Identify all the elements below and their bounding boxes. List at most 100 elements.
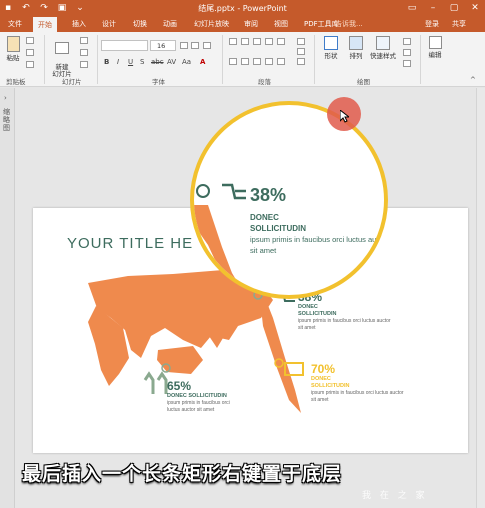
watermark: 我 在 之 家 <box>362 491 428 501</box>
increase-indent-icon[interactable] <box>265 38 273 45</box>
tab-home[interactable]: 开始 <box>33 17 57 32</box>
smartart-icon[interactable] <box>297 58 305 65</box>
share-button[interactable]: 共享 <box>452 19 466 29</box>
login-link[interactable]: 登录 <box>425 19 439 29</box>
divider <box>222 35 223 84</box>
mouse-pointer-icon <box>340 110 349 123</box>
copy-icon[interactable] <box>26 49 34 56</box>
group-font: 字体 <box>152 78 165 86</box>
stat-bottom: 70% DONEC SOLLICITUDIN ipsum primis in f… <box>311 362 404 404</box>
shrink-font-icon[interactable] <box>191 42 199 49</box>
find-icon <box>428 36 442 49</box>
arrange-icon <box>349 36 363 50</box>
thumbnail-pane-label: 缩略图 <box>3 108 10 132</box>
group-paragraph: 段落 <box>258 78 271 86</box>
tab-design[interactable]: 设计 <box>102 19 116 29</box>
reset-icon[interactable] <box>80 49 88 56</box>
stat-bottom-desc: ipsum primis in faucibus orci luctus auc… <box>311 390 404 403</box>
quick-style-button[interactable]: 快速样式 <box>368 36 398 60</box>
collapse-ribbon-icon[interactable]: ^ <box>470 76 476 84</box>
stat-bottom-percent: 70% <box>311 362 336 376</box>
quick-style-icon <box>376 36 390 50</box>
cut-icon[interactable] <box>26 37 34 44</box>
group-drawing: 绘图 <box>357 78 370 86</box>
vertical-scrollbar[interactable] <box>476 88 485 508</box>
shape-icon <box>324 36 338 50</box>
columns-icon[interactable] <box>277 58 285 65</box>
ribbon-options-icon[interactable]: ▭ <box>405 1 419 14</box>
divider <box>97 35 98 84</box>
paste-icon <box>6 36 20 52</box>
title-bar: ▪ ↶ ↷ ▣ ⌄ 结尾.pptx - PowerPoint ▭ – ▢ ✕ <box>0 0 485 16</box>
window-controls: ▭ – ▢ ✕ <box>405 1 482 14</box>
text-direction-icon[interactable] <box>297 38 305 45</box>
tab-slideshow[interactable]: 幻灯片放映 <box>194 19 229 29</box>
divider <box>420 35 421 84</box>
new-slide-button[interactable]: 新建 幻灯片 <box>50 35 74 78</box>
align-center-icon[interactable] <box>241 58 249 65</box>
map-australia <box>157 346 203 374</box>
expand-pane-icon[interactable]: › <box>4 94 7 102</box>
font-family-select[interactable] <box>101 40 148 51</box>
tab-pdf-tools[interactable]: PDF工具库 <box>304 19 339 29</box>
align-text-icon[interactable] <box>297 48 305 55</box>
stat-left: 65% DONEC SOLLICITUDIN ipsum primis in f… <box>167 379 230 414</box>
strikethrough-icon[interactable]: abc <box>151 58 164 66</box>
stat-left-desc: ipsum primis in faucibus orci luctus auc… <box>167 400 230 413</box>
char-spacing-icon[interactable]: AV <box>167 58 176 66</box>
new-slide-icon <box>55 42 69 54</box>
people-icon <box>143 371 168 394</box>
font-color-icon[interactable]: A <box>200 58 205 66</box>
clear-format-icon[interactable] <box>203 42 211 49</box>
tell-me-search[interactable]: 告诉我... <box>335 19 363 29</box>
maximize-icon[interactable]: ▢ <box>447 1 461 14</box>
change-case-icon[interactable]: Aa <box>182 58 191 66</box>
tab-insert[interactable]: 插入 <box>72 19 86 29</box>
divider <box>44 35 45 84</box>
tab-file[interactable]: 文件 <box>8 19 22 29</box>
magnified-desc: ipsum primis in faucibus orci luctus auc… <box>250 235 383 255</box>
format-painter-icon[interactable] <box>26 61 34 68</box>
italic-icon[interactable]: I <box>117 58 119 66</box>
divider <box>314 35 315 84</box>
arrange-button[interactable]: 排列 <box>346 36 366 60</box>
align-right-icon[interactable] <box>253 58 261 65</box>
shape-outline-icon[interactable] <box>403 49 411 56</box>
stat-right-desc: ipsum primis in faucibus orci luctus auc… <box>298 318 391 331</box>
ribbon-home: 粘贴 剪贴板 新建 幻灯片 幻灯片 16 B I U S abc AV Aa A… <box>0 32 485 87</box>
paste-button[interactable]: 粘贴 <box>4 36 22 62</box>
magnified-cart-icon <box>222 183 246 200</box>
line-spacing-icon[interactable] <box>277 38 285 45</box>
group-clipboard: 剪贴板 <box>6 78 26 86</box>
tab-animations[interactable]: 动画 <box>163 19 177 29</box>
bold-icon[interactable]: B <box>104 58 109 66</box>
magnified-map-shape <box>194 205 244 295</box>
underline-icon[interactable]: U <box>128 58 133 66</box>
font-size-select[interactable]: 16 <box>150 40 176 51</box>
shape-fill-icon[interactable] <box>403 38 411 45</box>
close-icon[interactable]: ✕ <box>468 1 482 14</box>
edit-button[interactable]: 编辑 <box>426 36 444 59</box>
group-slides: 幻灯片 <box>62 78 82 86</box>
magnified-percent: 38% <box>250 185 287 205</box>
shape-effects-icon[interactable] <box>403 60 411 67</box>
magnified-stat: 38% DONEC SOLLICITUDIN ipsum primis in f… <box>250 185 382 256</box>
grow-font-icon[interactable] <box>180 42 188 49</box>
layout-icon[interactable] <box>80 37 88 44</box>
magnifier-lens: 38% DONEC SOLLICITUDIN ipsum primis in f… <box>190 101 388 299</box>
shadow-icon[interactable]: S <box>140 58 144 66</box>
tab-transitions[interactable]: 切换 <box>133 19 147 29</box>
numbering-icon[interactable] <box>241 38 249 45</box>
align-left-icon[interactable] <box>229 58 237 65</box>
section-icon[interactable] <box>80 61 88 68</box>
minimize-icon[interactable]: – <box>426 1 440 14</box>
magnified-label: DONEC SOLLICITUDIN <box>250 213 306 233</box>
justify-icon[interactable] <box>265 58 273 65</box>
tab-view[interactable]: 视图 <box>274 19 288 29</box>
shape-button[interactable]: 形状 <box>321 36 341 60</box>
video-subtitle: 最后插入一个长条矩形右键置于底层 <box>22 463 343 485</box>
bullets-icon[interactable] <box>229 38 237 45</box>
decrease-indent-icon[interactable] <box>253 38 261 45</box>
tab-review[interactable]: 审阅 <box>244 19 258 29</box>
stat-left-label: DONEC SOLLICITUDIN <box>167 393 227 399</box>
